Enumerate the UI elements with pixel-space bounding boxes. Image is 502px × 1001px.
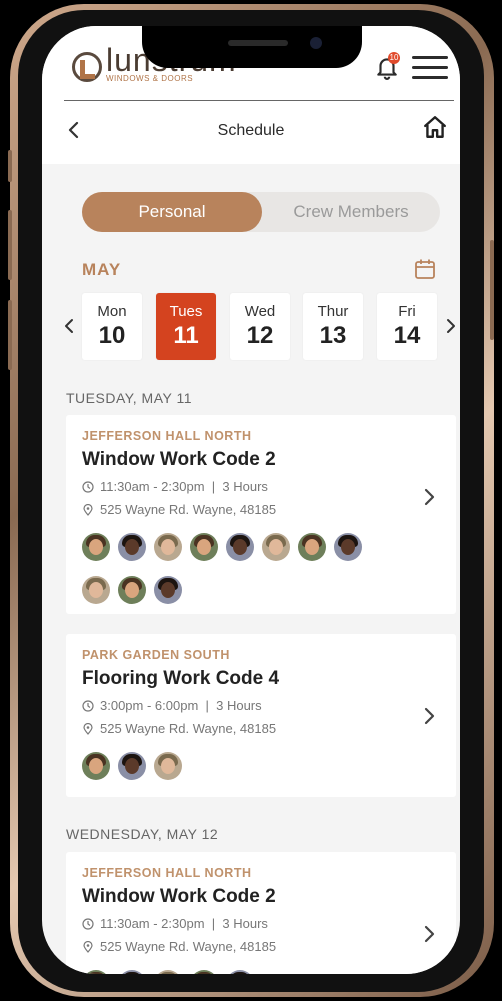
day-number: 11 — [173, 322, 199, 349]
job-site: JEFFERSON HALL NORTH — [82, 866, 252, 880]
job-card[interactable]: JEFFERSON HALL NORTH Window Work Code 2 … — [66, 852, 456, 974]
phone-button — [490, 240, 494, 340]
toggle-personal[interactable]: Personal — [82, 192, 262, 232]
crew-avatar — [82, 752, 110, 780]
day-name: Mon — [97, 303, 127, 320]
day-number: 12 — [246, 322, 274, 349]
month-label: MAY — [82, 260, 122, 279]
job-time: 3:00pm - 6:00pm — [100, 698, 199, 713]
crew-avatar — [226, 970, 254, 974]
crew-avatar — [154, 576, 182, 604]
location-icon — [83, 503, 93, 516]
day-mon[interactable]: Mon 10 — [82, 293, 142, 360]
job-duration: 3 Hours — [222, 916, 268, 931]
crew-avatar — [118, 576, 146, 604]
speaker — [228, 40, 288, 46]
job-card[interactable]: PARK GARDEN SOUTH Flooring Work Code 4 3… — [66, 634, 456, 797]
crew-avatar — [190, 970, 218, 974]
section-heading: WEDNESDAY, MAY 12 — [66, 826, 219, 842]
job-address: 525 Wayne Rd. Wayne, 48185 — [100, 721, 277, 736]
day-number: 13 — [319, 322, 347, 349]
prev-week-icon[interactable] — [62, 316, 76, 336]
chevron-right-icon[interactable] — [422, 924, 436, 944]
location-icon — [83, 722, 93, 735]
day-selector: Mon 10 Tues 11 Wed 12 Thur 13 Fri 14 — [82, 293, 438, 361]
clock-icon — [82, 918, 94, 930]
crew-avatar — [154, 752, 182, 780]
job-address-row: 525 Wayne Rd. Wayne, 48185 — [82, 721, 276, 736]
job-address-row: 525 Wayne Rd. Wayne, 48185 — [82, 939, 276, 954]
crew-avatar — [154, 970, 182, 974]
crew-avatar — [82, 533, 110, 561]
page-title: Schedule — [217, 122, 285, 139]
job-duration: 3 Hours — [216, 698, 262, 713]
phone-button — [8, 300, 12, 370]
job-duration: 3 Hours — [222, 479, 268, 494]
job-address-row: 525 Wayne Rd. Wayne, 48185 — [82, 502, 276, 517]
day-number: 14 — [393, 322, 421, 349]
calendar-icon[interactable] — [414, 258, 436, 280]
day-name: Thur — [317, 303, 349, 320]
logo-subtitle: WINDOWS & DOORS — [106, 74, 194, 83]
job-site: PARK GARDEN SOUTH — [82, 648, 230, 662]
day-name: Fri — [398, 303, 416, 320]
job-address: 525 Wayne Rd. Wayne, 48185 — [100, 502, 277, 517]
section-heading: TUESDAY, MAY 11 — [66, 390, 193, 406]
logo-icon — [72, 52, 102, 82]
job-time-row: 3:00pm - 6:00pm | 3 Hours — [82, 698, 262, 713]
screen: lunstrum WINDOWS & DOORS 10 Schedule Per… — [42, 26, 460, 974]
crew-avatar — [190, 533, 218, 561]
clock-icon — [82, 700, 94, 712]
crew-avatar — [298, 533, 326, 561]
schedule-toggle: Personal Crew Members — [82, 192, 440, 232]
crew-avatar — [118, 970, 146, 974]
location-icon — [83, 940, 93, 953]
chevron-right-icon[interactable] — [422, 487, 436, 507]
crew-avatar — [118, 533, 146, 561]
crew-avatars — [82, 970, 382, 974]
notch — [142, 26, 362, 68]
job-card[interactable]: JEFFERSON HALL NORTH Window Work Code 2 … — [66, 415, 456, 614]
menu-icon[interactable] — [412, 56, 448, 80]
day-wed[interactable]: Wed 12 — [230, 293, 290, 360]
job-title: Flooring Work Code 4 — [82, 668, 280, 689]
phone-button — [8, 210, 12, 280]
toggle-crew-members[interactable]: Crew Members — [262, 192, 440, 232]
crew-avatar — [82, 576, 110, 604]
crew-avatar — [262, 533, 290, 561]
crew-avatar — [154, 533, 182, 561]
job-site: JEFFERSON HALL NORTH — [82, 429, 252, 443]
header-divider — [64, 100, 454, 101]
job-title: Window Work Code 2 — [82, 886, 276, 907]
day-name: Wed — [244, 303, 276, 320]
notification-badge: 10 — [388, 52, 400, 64]
job-address: 525 Wayne Rd. Wayne, 48185 — [100, 939, 277, 954]
day-number: 10 — [98, 322, 126, 349]
crew-avatars — [82, 752, 382, 795]
crew-avatars — [82, 533, 382, 619]
day-name: Tues — [169, 303, 203, 320]
day-thur[interactable]: Thur 13 — [303, 293, 363, 360]
job-time: 11:30am - 2:30pm — [100, 479, 205, 494]
home-icon[interactable] — [422, 114, 448, 140]
day-tues[interactable]: Tues 11 — [156, 293, 216, 360]
clock-icon — [82, 481, 94, 493]
job-time: 11:30am - 2:30pm — [100, 916, 205, 931]
crew-avatar — [82, 970, 110, 974]
job-title: Window Work Code 2 — [82, 449, 276, 470]
phone-button — [8, 150, 12, 182]
job-time-row: 11:30am - 2:30pm | 3 Hours — [82, 479, 268, 494]
job-time-row: 11:30am - 2:30pm | 3 Hours — [82, 916, 268, 931]
crew-avatar — [118, 752, 146, 780]
chevron-right-icon[interactable] — [422, 706, 436, 726]
next-week-icon[interactable] — [444, 316, 458, 336]
crew-avatar — [226, 533, 254, 561]
day-fri[interactable]: Fri 14 — [377, 293, 437, 360]
crew-avatar — [334, 533, 362, 561]
camera — [310, 37, 322, 49]
